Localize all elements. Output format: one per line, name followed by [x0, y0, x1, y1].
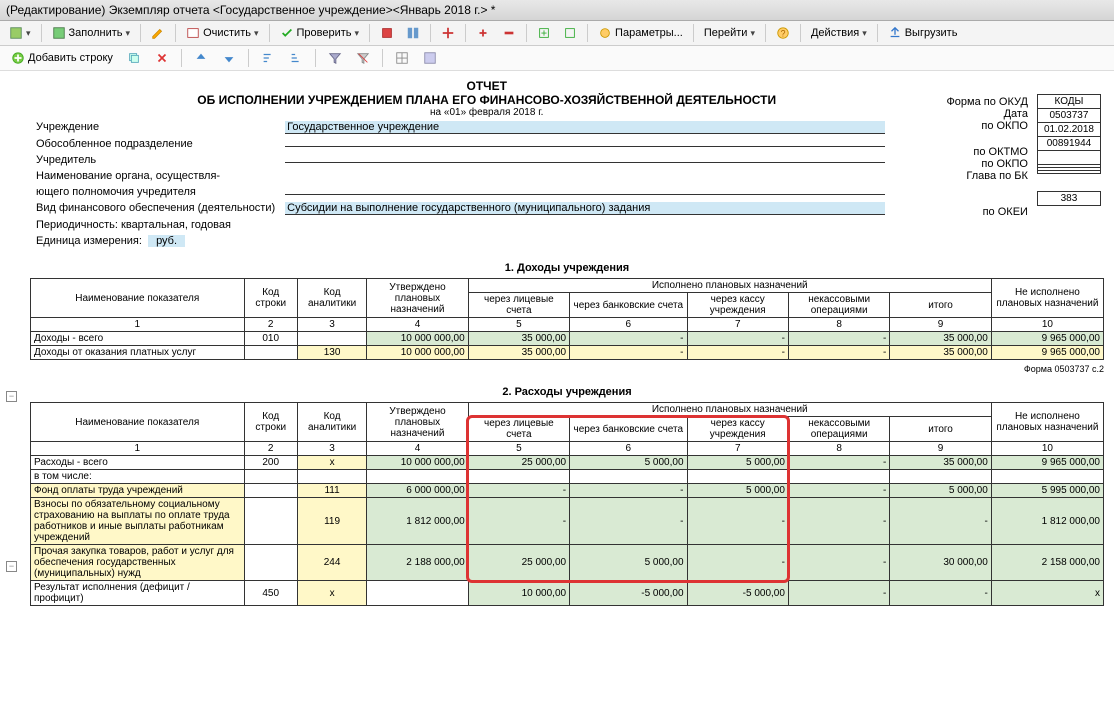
report-title-1: ОТЧЕТ: [30, 79, 943, 93]
settings-button[interactable]: ▾: [4, 23, 36, 43]
val-founder[interactable]: [285, 162, 885, 163]
code-okpo: 00891944: [1037, 137, 1100, 151]
r-bk: Глава по БК: [946, 170, 1028, 182]
code-okei: 383: [1037, 192, 1100, 206]
report-on-date: на «01» февраля 2018 г.: [30, 107, 943, 118]
val-inst[interactable]: Государственное учреждение: [285, 121, 885, 134]
val-org[interactable]: [285, 194, 885, 195]
fold-toggle-2[interactable]: −: [6, 561, 17, 572]
row-toolbar: Добавить строку: [0, 46, 1114, 71]
sort-asc-icon[interactable]: [256, 48, 280, 68]
r-date: Дата: [946, 108, 1028, 120]
code-date: 01.02.2018: [1037, 123, 1100, 137]
meta-table: Учреждение Государственное учреждение Обо…: [30, 118, 891, 250]
expense-table[interactable]: Наименование показателя Код строки Код а…: [30, 402, 1104, 606]
add-row-label: Добавить строку: [28, 52, 113, 64]
label-subdiv: Обособленное подразделение: [32, 137, 279, 151]
params-button[interactable]: Параметры...: [593, 23, 688, 43]
codes-table: КОДЫ 0503737 01.02.2018 00891944 383: [1037, 94, 1101, 206]
section1-title: 1. Доходы учреждения: [30, 262, 1104, 274]
grid-icon-2[interactable]: [418, 48, 442, 68]
window-title: (Редактирование) Экземпляр отчета <Госуд…: [0, 0, 1114, 21]
tool-icon-2[interactable]: [401, 23, 425, 43]
table-row[interactable]: Доходы от оказания платных услуг13010 00…: [31, 346, 1104, 360]
main-toolbar: ▾ Заполнить▾ Очистить▾ Проверить▾ Параме…: [0, 21, 1114, 46]
table-row[interactable]: Расходы - всего200х10 000 000,0025 000,0…: [31, 456, 1104, 470]
report-title-2: ОБ ИСПОЛНЕНИИ УЧРЕЖДЕНИЕМ ПЛАНА ЕГО ФИНА…: [30, 93, 943, 107]
clear-label: Очистить: [203, 27, 251, 39]
upload-label: Выгрузить: [905, 27, 958, 39]
label-org2: ющего полномочия учредителя: [32, 185, 279, 199]
svg-text:?: ?: [781, 29, 786, 39]
filter-icon[interactable]: [323, 48, 347, 68]
edit-icon[interactable]: [146, 23, 170, 43]
label-org1: Наименование органа, осуществля-: [32, 169, 279, 183]
label-period: Периодичность: квартальная, годовая: [32, 218, 889, 232]
tool-icon-4[interactable]: [471, 23, 495, 43]
table-row[interactable]: Прочая закупка товаров, работ и услуг дл…: [31, 545, 1104, 581]
tool-icon-6[interactable]: [532, 23, 556, 43]
goto-button[interactable]: Перейти▾: [699, 24, 760, 42]
fill-button[interactable]: Заполнить▾: [47, 23, 136, 43]
section2-title: 2. Расходы учреждения: [30, 386, 1104, 398]
val-fintype[interactable]: Субсидии на выполнение государственного …: [285, 202, 885, 215]
table-row[interactable]: Доходы - всего01010 000 000,0035 000,00-…: [31, 332, 1104, 346]
val-unit[interactable]: руб.: [148, 235, 185, 247]
r-okpo2: по ОКПО: [946, 158, 1028, 170]
form-note: Форма 0503737 с.2: [30, 364, 1104, 374]
table-row[interactable]: в том числе:: [31, 470, 1104, 484]
fold-toggle-1[interactable]: −: [6, 391, 17, 402]
grid-icon-1[interactable]: [390, 48, 414, 68]
add-row-button[interactable]: Добавить строку: [6, 48, 118, 68]
table-row[interactable]: Результат исполнения (дефицит / профицит…: [31, 581, 1104, 606]
codes-head: КОДЫ: [1037, 95, 1100, 109]
check-label: Проверить: [297, 27, 352, 39]
down-icon[interactable]: [217, 48, 241, 68]
r-okud: Форма по ОКУД: [946, 96, 1028, 108]
r-okpo: по ОКПО: [946, 120, 1028, 132]
copy-row-icon[interactable]: [122, 48, 146, 68]
code-okud: 0503737: [1037, 109, 1100, 123]
upload-button[interactable]: Выгрузить: [883, 23, 963, 43]
income-table[interactable]: Наименование показателя Код строки Код а…: [30, 278, 1104, 360]
filter-off-icon[interactable]: [351, 48, 375, 68]
label-fintype: Вид финансового обеспечения (деятельност…: [32, 201, 279, 216]
fill-label: Заполнить: [69, 27, 123, 39]
tool-icon-7[interactable]: [558, 23, 582, 43]
r-okei: по ОКЕИ: [946, 206, 1028, 218]
label-founder: Учредитель: [32, 153, 279, 167]
r-oktmo: по ОКТМО: [946, 146, 1028, 158]
goto-label: Перейти: [704, 27, 748, 39]
fold-column-2: −: [6, 561, 17, 576]
up-icon[interactable]: [189, 48, 213, 68]
tool-icon-1[interactable]: [375, 23, 399, 43]
clear-button[interactable]: Очистить▾: [181, 23, 263, 43]
actions-label: Действия: [811, 27, 859, 39]
table-row[interactable]: Фонд оплаты труда учреждений1116 000 000…: [31, 484, 1104, 498]
fold-column: −: [6, 391, 17, 406]
delete-row-icon[interactable]: [150, 48, 174, 68]
val-subdiv[interactable]: [285, 146, 885, 147]
help-icon[interactable]: ?: [771, 23, 795, 43]
label-unit: Единица измерения:: [36, 235, 142, 247]
actions-button[interactable]: Действия▾: [806, 24, 872, 42]
params-label: Параметры...: [615, 27, 683, 39]
table-row[interactable]: Взносы по обязательному социальному стра…: [31, 498, 1104, 545]
sort-desc-icon[interactable]: [284, 48, 308, 68]
tool-icon-5[interactable]: [497, 23, 521, 43]
check-button[interactable]: Проверить▾: [275, 23, 365, 43]
tool-icon-3[interactable]: [436, 23, 460, 43]
label-inst: Учреждение: [32, 120, 279, 135]
